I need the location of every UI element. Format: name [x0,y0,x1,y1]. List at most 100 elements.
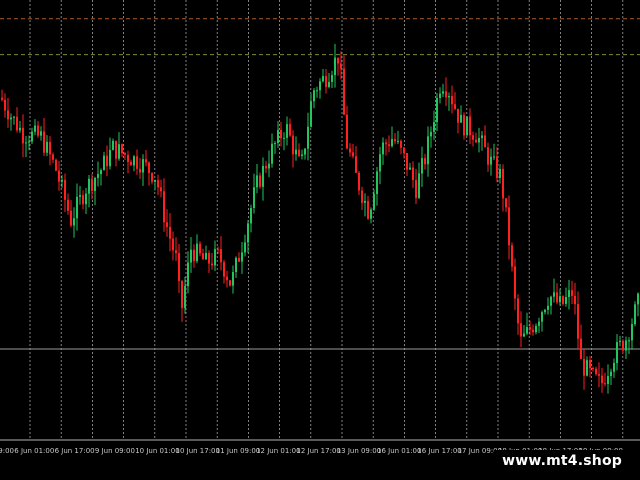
candle-body [286,124,288,138]
chart-canvas: 5 Jun 09:006 Jun 01:006 Jun 17:009 Jun 0… [0,0,640,455]
time-axis-tick-label: 6 Jun 01:00 [14,447,54,455]
candle-body [520,323,522,337]
candle-body [115,140,117,159]
candle-body [631,324,633,341]
candle-body [514,266,516,299]
candle-body [283,137,285,139]
candle-body [40,131,42,136]
candle-body [529,327,531,330]
candle-body [211,263,213,266]
candle-body [280,129,282,139]
candle-body [1,97,3,100]
candle-body [343,68,345,115]
candle-body [373,194,375,210]
candle-body [433,122,435,132]
candle-body [193,249,195,262]
candle-body [64,179,66,200]
candle-body [268,163,270,169]
candle-body [214,249,216,266]
candle-body [427,136,429,165]
candle-body [67,199,69,211]
candle-body [4,99,6,111]
candle-body [271,143,273,164]
candle-body [517,298,519,324]
candle-body [97,174,99,178]
candle-body [637,293,639,305]
candle-body [265,165,267,169]
candle-body [415,180,417,198]
candle-body [484,135,486,148]
candle-body [490,156,492,165]
candle-body [31,131,33,142]
candle-body [535,325,537,333]
candle-body [376,171,378,195]
candle-body [388,144,390,147]
candle-body [391,138,393,147]
candle-body [349,148,351,153]
candle-body [346,114,348,149]
price-chart: 5 Jun 09:006 Jun 01:006 Jun 17:009 Jun 0… [0,0,640,480]
candle-body [175,250,177,254]
candle-body [337,57,339,64]
candle-body [409,167,411,170]
candle-body [340,63,342,69]
candle-body [559,296,561,303]
candle-body [493,156,495,158]
candle-body [247,223,249,243]
candle-body [169,226,171,239]
candle-body [85,193,87,205]
candle-body [82,195,84,205]
candle-body [94,177,96,191]
candle-body [601,375,603,384]
candle-body [502,168,504,199]
candle-body [457,108,459,123]
candle-body [112,140,114,150]
candle-body [307,126,309,149]
candle-body [436,97,438,123]
time-axis-tick-label: 12 Jun 17:00 [296,447,340,455]
candle-body [619,340,621,343]
candle-body [136,156,138,169]
candle-body [244,242,246,253]
candle-body [19,127,21,131]
candle-body [238,257,240,262]
candle-body [295,149,297,155]
candle-body [508,207,510,246]
candle-body [430,131,432,137]
candle-body [334,57,336,76]
candle-body [256,175,258,188]
candle-body [511,245,513,267]
candle-body [7,110,9,120]
candle-body [403,147,405,153]
candle-body [481,135,483,139]
candle-body [55,159,57,171]
candle-body [61,179,63,182]
candle-body [229,280,231,286]
candle-body [370,209,372,219]
candle-body [148,162,150,174]
candle-body [472,135,474,140]
candle-body [418,173,420,198]
candle-body [325,76,327,87]
candle-body [634,304,636,325]
candle-body [439,93,441,98]
candle-body [454,104,456,109]
candle-body [91,178,93,191]
candle-body [25,142,27,144]
candle-body [442,91,444,94]
candle-body [196,243,198,262]
candle-body [208,252,210,264]
candle-body [571,290,573,296]
candle-body [541,312,543,322]
candle-body [331,75,333,82]
time-axis-tick-label: 16 Jun 17:00 [417,447,461,455]
time-axis-tick-label: 16 Jun 01:00 [377,447,421,455]
candle-body [469,116,471,136]
candle-body [610,371,612,377]
candle-body [34,125,36,132]
candle-body [613,363,615,372]
candle-body [565,297,567,304]
candle-body [577,304,579,339]
candle-body [382,142,384,155]
candle-body [37,125,39,136]
